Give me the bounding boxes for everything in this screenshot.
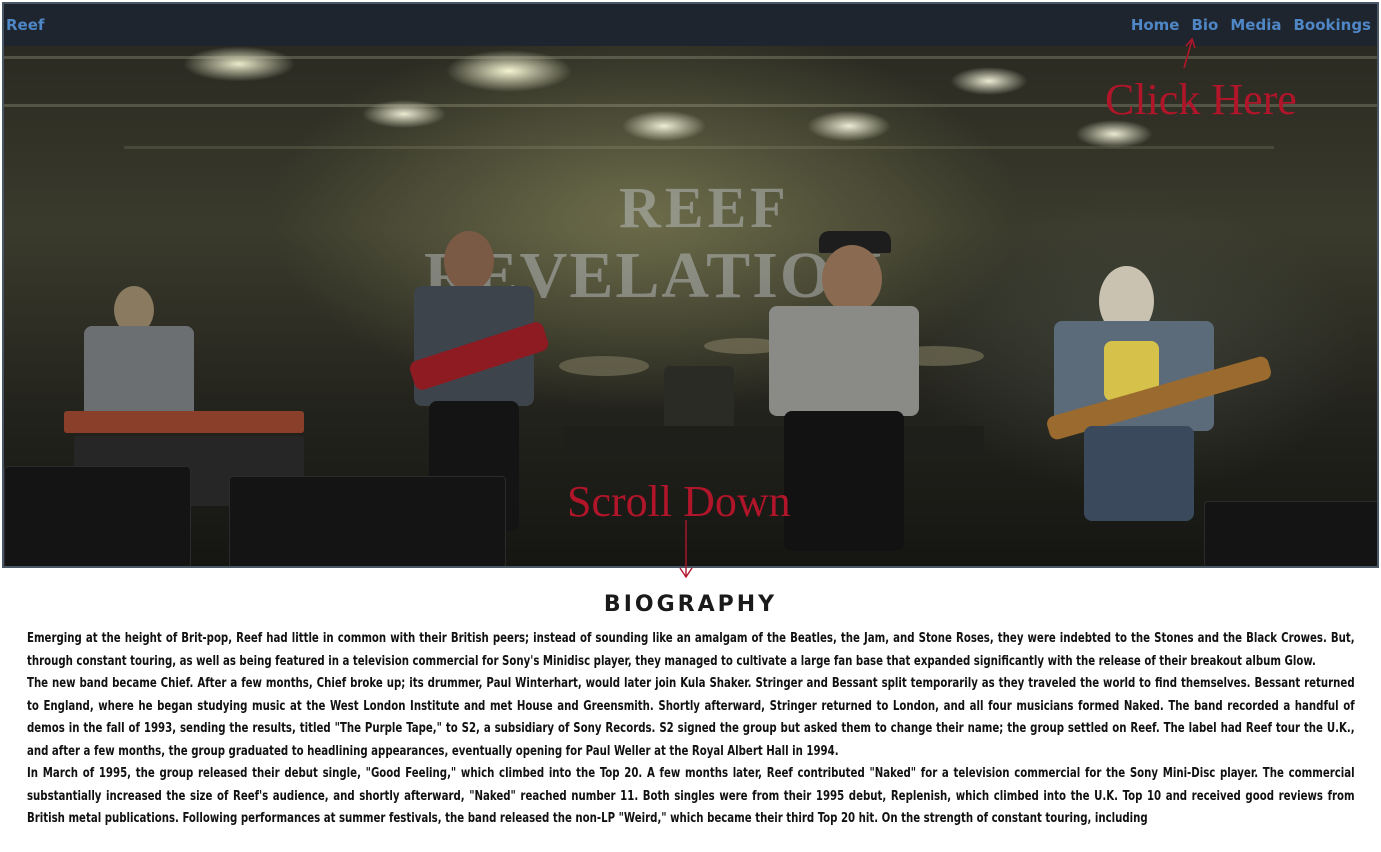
bio-paragraph: Emerging at the height of Brit-pop, Reef…: [27, 631, 1355, 669]
arrow-up-icon: [1183, 37, 1196, 69]
stage-monitor: [1204, 501, 1377, 566]
arrow-down-icon: [679, 520, 693, 579]
bio-paragraph: In March of 1995, the group released the…: [27, 766, 1355, 826]
bio-paragraph: The new band became Chief. After a few m…: [27, 676, 1355, 759]
nav-link-media[interactable]: Media: [1230, 16, 1281, 34]
biography-heading: BIOGRAPHY: [603, 592, 778, 617]
brand-link[interactable]: Reef: [6, 16, 44, 34]
nav-link-bookings[interactable]: Bookings: [1293, 16, 1371, 34]
stage-monitor: [229, 476, 506, 566]
stage-monitor: [4, 466, 191, 566]
nav-link-bio[interactable]: Bio: [1191, 16, 1218, 34]
nav-links: Home Bio Media Bookings: [1131, 16, 1371, 34]
top-navbar: Reef Home Bio Media Bookings: [4, 4, 1377, 46]
scroll-down-annotation: Scroll Down: [567, 477, 791, 526]
bass-player: [1044, 266, 1274, 526]
biography-text: Emerging at the height of Brit-pop, Reef…: [27, 628, 1355, 831]
lighting-truss: [4, 56, 1377, 59]
click-here-annotation: Click Here: [1105, 75, 1297, 124]
nav-link-home[interactable]: Home: [1131, 16, 1180, 34]
lighting-truss: [124, 146, 1274, 149]
